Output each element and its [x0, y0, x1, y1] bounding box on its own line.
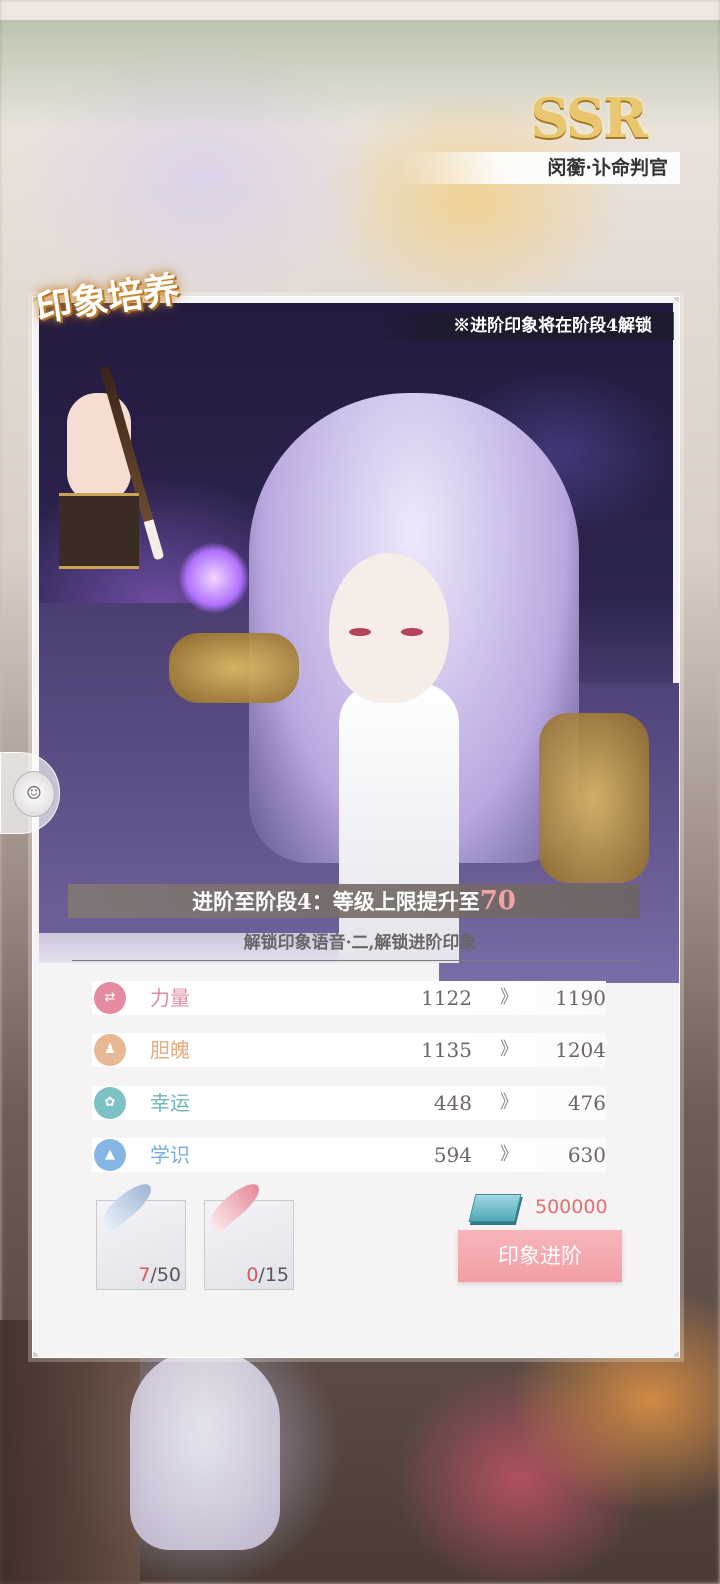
rarity-badge: SSR: [530, 86, 648, 150]
material-slot-blue-feather[interactable]: 7/50: [96, 1177, 186, 1290]
unlock-notice-text: ※进阶印象将在阶段4解锁: [453, 316, 652, 336]
cost-amount: 500000: [535, 1196, 608, 1218]
money-stack-icon: [468, 1194, 522, 1222]
stat-name: 力量: [150, 986, 190, 1010]
stat-current: 594: [433, 1143, 472, 1167]
luck-icon: ✿: [94, 1087, 126, 1119]
arrow-icon: 》: [500, 987, 518, 1008]
stat-row-strength: ⇄ 力量 1122 》 1190: [92, 981, 606, 1015]
stat-next: 1190: [555, 986, 606, 1010]
stat-next: 1204: [555, 1038, 606, 1062]
unlock-rewards: 解锁印象语音·二,解锁进阶印象: [243, 933, 477, 953]
stat-row-luck: ✿ 幸运 448 》 476: [92, 1086, 606, 1120]
courage-icon: ♟: [94, 1034, 126, 1066]
arrow-icon: 》: [500, 1144, 518, 1165]
strength-icon: ⇄: [94, 982, 126, 1014]
character-name: 闵蘅·讣命判官: [547, 157, 668, 179]
stat-name: 胆魄: [150, 1038, 190, 1062]
material-count: 0/15: [246, 1264, 289, 1286]
character-name-bar: 闵蘅·讣命判官: [400, 152, 680, 184]
arrow-icon: 》: [500, 1039, 518, 1060]
stat-name: 幸运: [150, 1091, 190, 1115]
knowledge-icon: ▲: [94, 1139, 126, 1171]
stat-next: 630: [567, 1143, 606, 1167]
material-slot-pink-feather[interactable]: 0/15: [204, 1177, 294, 1290]
background-chair: [0, 1320, 140, 1584]
background-plush-cat: [130, 1350, 280, 1550]
stat-current: 1135: [421, 1038, 472, 1062]
arrow-icon: 》: [500, 1092, 518, 1113]
divider: [72, 960, 642, 961]
stage-banner: 进阶至阶段4：等级上限提升至70: [68, 884, 640, 918]
advance-button[interactable]: 印象进阶: [458, 1230, 622, 1282]
material-count: 7/50: [138, 1264, 181, 1286]
stat-row-knowledge: ▲ 学识 594 》 630: [92, 1138, 606, 1172]
stat-current: 448: [433, 1091, 472, 1115]
stat-row-courage: ♟ 胆魄 1135 》 1204: [92, 1033, 606, 1067]
stage-level: 70: [479, 886, 516, 916]
stat-next: 476: [567, 1091, 606, 1115]
stage-text: 进阶至阶段4：等级上限提升至: [192, 889, 480, 914]
stat-name: 学识: [150, 1143, 190, 1167]
chibi-avatar-icon: ☺: [13, 771, 55, 817]
character-artwork: [39, 303, 679, 983]
stat-current: 1122: [421, 986, 472, 1010]
unlock-notice: ※进阶印象将在阶段4解锁: [374, 312, 674, 340]
